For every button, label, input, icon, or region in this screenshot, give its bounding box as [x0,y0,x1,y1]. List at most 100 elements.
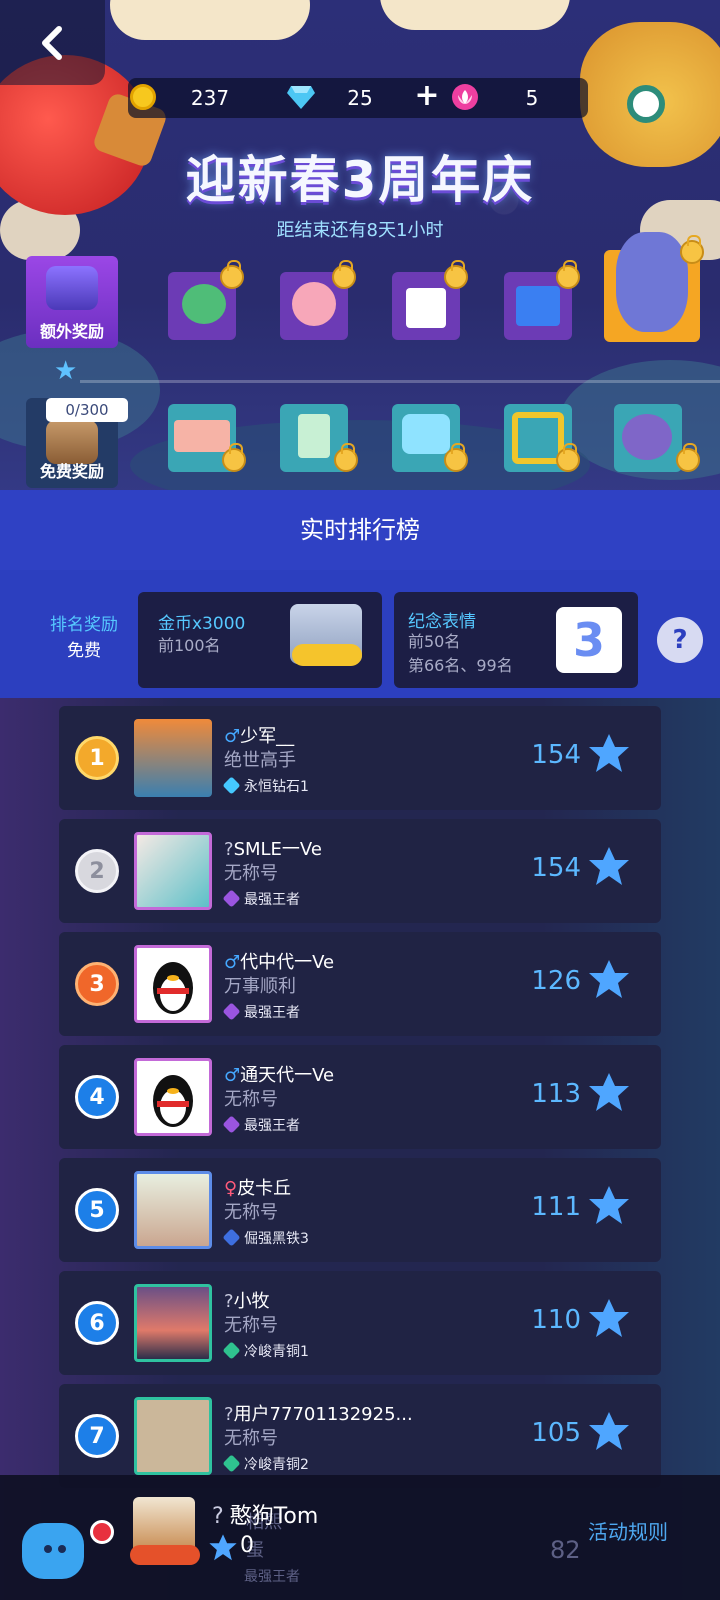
player-tier: 冷峻青铜1 [222,1341,309,1361]
tier-king-icon [222,1115,241,1134]
star-icon [589,1412,629,1450]
leaderboard-row[interactable]: 3 ♂代中代一Ve 万事顺利 最强王者 126 [59,932,661,1036]
player-tier-text: 永恒钻石1 [244,779,309,795]
add-currency-button[interactable]: + [412,81,442,112]
lock-icon [222,443,246,472]
free-reward-label: 免费奖励 [39,462,104,481]
player-name: ?SMLE一Ve [224,835,322,861]
chest-icon [46,266,98,310]
player-name: ♂通天代一Ve [224,1061,334,1087]
help-icon: ? [672,625,688,655]
leaderboard-row[interactable]: 2 ?SMLE一Ve 无称号 最强王者 154 [59,819,661,923]
event-title: 迎新春3周年庆 [185,151,535,209]
player-name-text: 少军__ [240,726,295,747]
dragon-figure-icon [182,284,226,324]
pig-figure-icon [292,282,336,326]
star-icon [589,1186,629,1224]
player-score: 105 [531,1418,581,1448]
lotus-amount: 5 [525,86,539,110]
player-tier-text: 最强王者 [244,892,300,908]
penguin-avatar-icon [153,962,193,1014]
skewer-figure-icon [406,288,446,328]
card-figure-icon [298,414,330,458]
player-tier: 冷峻青铜2 [222,1454,309,1474]
sticker-reward-card[interactable]: 纪念表情 前50名 第66名、99名 3 [394,592,638,688]
ticket-figure-icon [174,420,230,452]
tier-bronze-icon [222,1454,241,1473]
player-name-text: 皮卡丘 [237,1178,292,1199]
mascot-icon[interactable] [22,1523,84,1579]
tier-diamond-icon [222,776,241,795]
player-name-text: 代中代一Ve [240,952,335,973]
help-button[interactable]: ? [657,617,703,663]
player-tier-text: 冷峻青铜2 [244,1457,309,1473]
avatar[interactable] [134,719,212,797]
lock-icon [676,443,700,472]
dragon-figure-icon [622,414,672,460]
player-title: 万事顺利 [224,976,296,997]
back-button[interactable] [0,0,105,85]
player-tier: 最强王者 [222,1115,300,1135]
player-score: 126 [531,966,581,996]
avatar[interactable] [134,832,212,910]
player-name: ?用户77701132925... [224,1400,413,1426]
unknown-gender-icon: ? [224,839,234,860]
lock-icon [680,235,704,264]
lock-icon [444,443,468,472]
player-name: ?小牧 [224,1287,270,1313]
player-name: ♂少军__ [224,722,294,748]
penguin-avatar-icon [153,1075,193,1127]
player-title: 无称号 [224,1202,278,1223]
player-name-text: SMLE一Ve [233,839,322,860]
female-icon: ♀ [224,1178,238,1199]
player-tier: 永恒钻石1 [222,776,309,796]
gold-amount: 237 [190,86,230,110]
star-icon [589,734,629,772]
leaderboard-row[interactable]: 5 ♀皮卡丘 无称号 倔强黑铁3 111 [59,1158,661,1262]
player-tier-text: 最强王者 [244,1118,300,1134]
reward-progress-text: 0/300 [46,398,128,422]
gold-reward-card[interactable]: 金币x3000 前100名 [138,592,382,688]
player-tier: 倔强黑铁3 [222,1228,309,1248]
player-score: 154 [531,853,581,883]
sticker-reward-sub1: 前50名 [408,632,461,651]
rank-number-badge: 6 [75,1301,119,1345]
avatar[interactable] [134,1058,212,1136]
player-title: 无称号 [224,1315,278,1336]
player-score: 110 [531,1305,581,1335]
unknown-gender-icon: ? [224,1291,234,1312]
leaderboard-row[interactable]: 7 ?用户77701132925... 无称号 冷峻青铜2 105 [59,1384,661,1488]
avatar[interactable] [134,1171,212,1249]
player-tier-text: 倔强黑铁3 [244,1231,309,1247]
unknown-gender-icon: ? [224,1404,234,1425]
star-icon [589,847,629,885]
reward-progress-track [80,380,720,383]
leaderboard-row[interactable]: 4 ♂通天代一Ve 无称号 最强王者 113 [59,1045,661,1149]
star-icon: ★ [54,356,78,386]
my-name: ? 憨狗Tom [212,1498,318,1530]
frame-figure-icon [516,286,560,326]
rank-number-badge: 4 [75,1075,119,1119]
mascot-eye [44,1545,52,1553]
sticker-reward-sub2: 第66名、99名 [408,656,513,675]
male-icon: ♂ [224,952,241,973]
avatar-frame-decoration [130,1545,200,1565]
player-name-text: 用户77701132925... [233,1404,413,1425]
leaderboard-row[interactable]: 1 ♂少军__ 绝世高手 永恒钻石1 154 [59,706,661,810]
my-name-text: 憨狗Tom [229,1504,319,1529]
leaderboard-row[interactable]: 6 ?小牧 无称号 冷峻青铜1 110 [59,1271,661,1375]
lock-icon [220,260,244,289]
player-tier: 最强王者 [222,1002,300,1022]
activity-rules-link[interactable]: 活动规则 [588,1516,668,1545]
avatar[interactable] [134,945,212,1023]
tier-king-icon [222,889,241,908]
balloon-sticker-icon: 3 [556,607,622,673]
avatar[interactable] [134,1397,212,1475]
tier-king-icon [222,1002,241,1021]
gold-coins-icon [292,644,362,666]
diamond-amount: 25 [347,86,373,110]
notification-dot [90,1520,114,1544]
avatar[interactable] [134,1284,212,1362]
lock-icon [556,443,580,472]
player-name-text: 小牧 [233,1291,270,1312]
